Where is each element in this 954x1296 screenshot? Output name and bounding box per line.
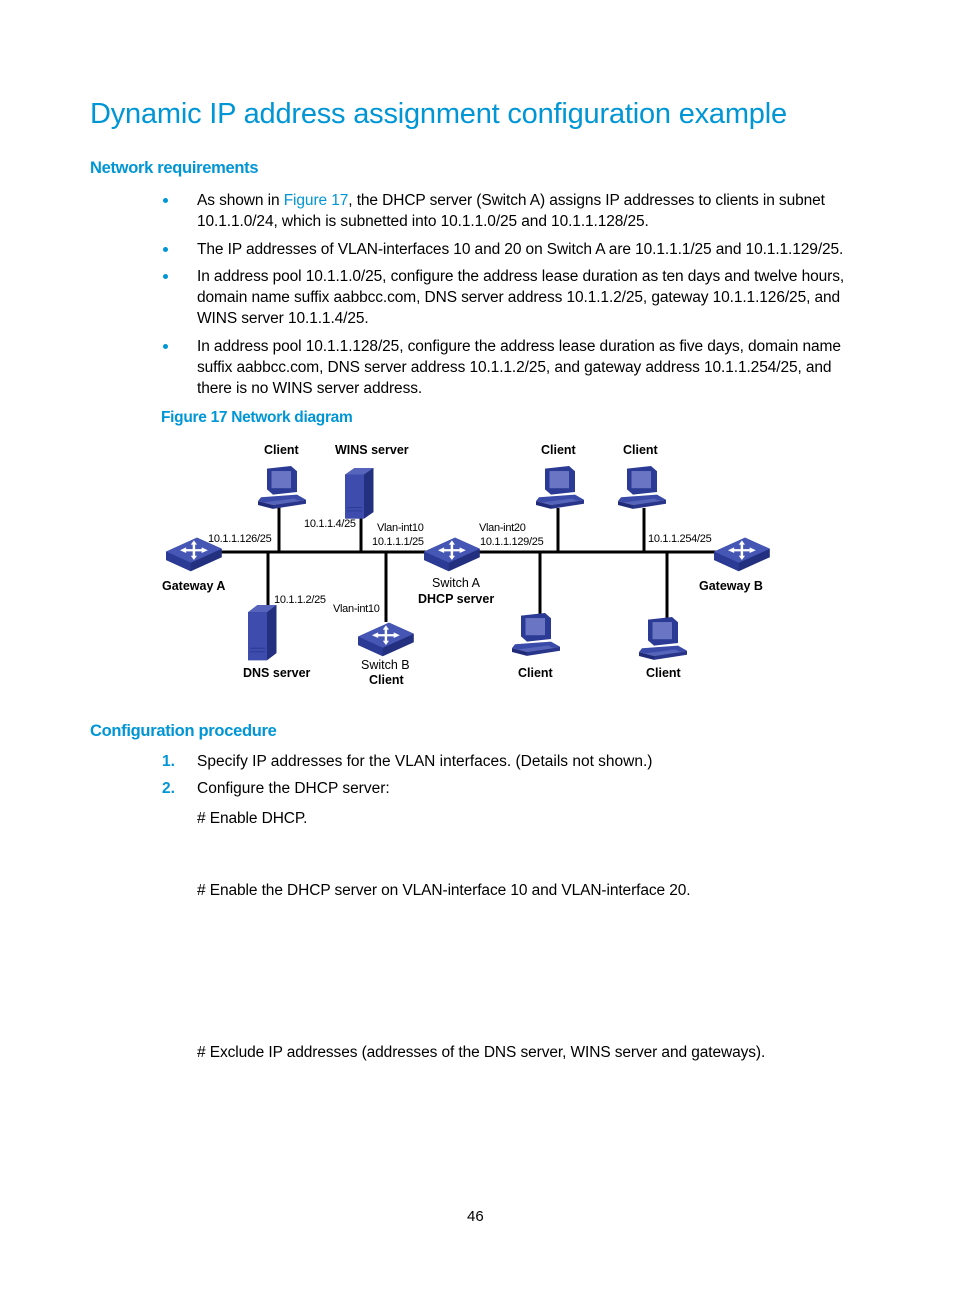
wins-server-label: WINS server [335, 443, 409, 457]
switch-a-label: Switch A [432, 576, 480, 590]
vlan10-label: Vlan-int10 [377, 522, 424, 534]
client-label: Client [646, 666, 681, 680]
config-comment: # Exclude IP addresses (addresses of the… [197, 1044, 766, 1061]
config-comment: # Enable DHCP. [197, 810, 308, 827]
dns-ip-label: 10.1.1.2/25 [274, 594, 326, 606]
dns-server-label: DNS server [243, 666, 311, 680]
wins-ip-label: 10.1.1.4/25 [304, 518, 356, 530]
wins-server-icon [344, 467, 374, 520]
client-label: Client [541, 443, 576, 457]
step-number: 1. [162, 753, 175, 770]
client-label: Client [264, 443, 299, 457]
page-number: 46 [467, 1208, 484, 1225]
gateway-a-label: Gateway A [162, 579, 226, 593]
network-diagram-lines [164, 466, 772, 661]
step-text: Specify IP addresses for the VLAN interf… [197, 753, 653, 770]
switch-b-vlan-label: Vlan-int10 [333, 603, 380, 615]
gateway-a-ip-label: 10.1.1.126/25 [208, 533, 272, 545]
switch-b-icon [356, 621, 416, 658]
switch-b-label: Switch B [361, 658, 410, 672]
client-pc-icon [639, 617, 687, 660]
gateway-b-switch-icon [712, 536, 772, 573]
switch-b-role-label: Client [369, 673, 404, 687]
vlan10-ip-label: 10.1.1.1/25 [372, 536, 424, 548]
client-label: Client [623, 443, 658, 457]
gateway-b-ip-label: 10.1.1.254/25 [648, 533, 712, 545]
client-pc-icon [536, 466, 584, 509]
dns-server-icon [247, 604, 277, 661]
configuration-procedure-heading: Configuration procedure [90, 722, 277, 740]
config-comment: # Enable the DHCP server on VLAN-interfa… [197, 882, 691, 899]
gateway-b-label: Gateway B [699, 579, 763, 593]
dhcp-server-label: DHCP server [418, 592, 495, 606]
client-label: Client [518, 666, 553, 680]
vlan20-label: Vlan-int20 [479, 522, 526, 534]
step-number: 2. [162, 780, 175, 797]
switch-a-icon [422, 536, 482, 573]
step-text: Configure the DHCP server: [197, 780, 390, 797]
client-pc-icon [258, 466, 306, 509]
vlan20-ip-label: 10.1.1.129/25 [480, 536, 544, 548]
client-pc-icon [512, 613, 560, 656]
client-pc-icon [618, 466, 666, 509]
